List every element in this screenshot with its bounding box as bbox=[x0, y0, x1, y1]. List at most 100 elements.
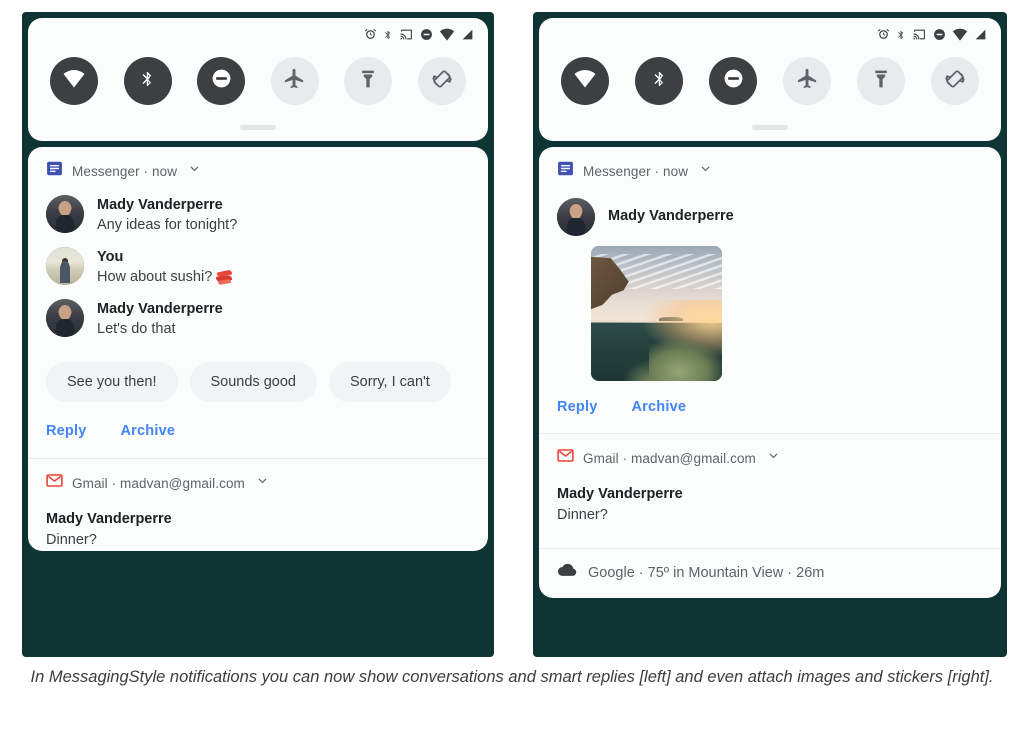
gmail-app-row: Gmail · madvan@gmail.com bbox=[28, 459, 488, 496]
message-sender: Mady Vanderperre bbox=[608, 208, 734, 224]
avatar-mady bbox=[46, 299, 84, 337]
message-body: You How about sushi? bbox=[97, 247, 234, 288]
message-body: Mady Vanderperre bbox=[608, 198, 734, 226]
gmail-title: Mady Vanderperre bbox=[46, 511, 172, 527]
wifi-icon bbox=[573, 69, 597, 93]
figure-root: Messenger · now Mady Vanderperre Any ide… bbox=[0, 0, 1024, 743]
auto-rotate-icon bbox=[430, 67, 454, 96]
gmail-icon bbox=[46, 472, 63, 494]
do-not-disturb-icon bbox=[210, 67, 233, 95]
message-text: How about sushi? bbox=[97, 269, 213, 285]
flashlight-icon bbox=[871, 68, 891, 95]
bluetooth-icon bbox=[383, 28, 393, 47]
toggle-auto-rotate[interactable] bbox=[417, 57, 466, 105]
toggle-do-not-disturb[interactable] bbox=[709, 57, 757, 105]
status-bar bbox=[539, 18, 1001, 47]
airplane-icon bbox=[283, 67, 306, 95]
message-sender: Mady Vanderperre bbox=[97, 301, 223, 317]
toggle-flashlight[interactable] bbox=[857, 57, 905, 105]
notification-actions: Reply Archive bbox=[539, 381, 1001, 433]
quick-settings-toggles bbox=[28, 47, 488, 105]
toggle-airplane-mode[interactable] bbox=[270, 57, 319, 105]
do-not-disturb-icon bbox=[722, 67, 745, 95]
quick-settings-drag-handle-wrap bbox=[28, 105, 488, 141]
toggle-do-not-disturb[interactable] bbox=[197, 57, 246, 105]
alarm-icon bbox=[364, 28, 377, 46]
messenger-notification-right[interactable]: Messenger · now Mady Vanderperre Reply A… bbox=[539, 147, 1001, 598]
quick-settings-toggles bbox=[539, 47, 1001, 105]
gmail-title: Mady Vanderperre bbox=[557, 486, 683, 502]
message-body: Mady Vanderperre Let's do that bbox=[97, 299, 223, 340]
messenger-notification-left[interactable]: Messenger · now Mady Vanderperre Any ide… bbox=[28, 147, 488, 551]
attached-image[interactable] bbox=[591, 246, 722, 381]
bluetooth-icon bbox=[651, 67, 668, 96]
drag-handle[interactable] bbox=[240, 125, 276, 130]
smart-reply-chip-3[interactable]: Sorry, I can't bbox=[328, 362, 451, 402]
message-sender: You bbox=[97, 249, 124, 265]
archive-button[interactable]: Archive bbox=[121, 423, 176, 439]
sushi-emoji-icon bbox=[216, 269, 234, 286]
quick-settings-card bbox=[28, 18, 488, 141]
wifi-icon bbox=[62, 69, 86, 93]
messenger-icon bbox=[46, 160, 63, 182]
quick-settings-drag-handle-wrap bbox=[539, 105, 1001, 141]
wifi-icon bbox=[439, 28, 455, 46]
toggle-auto-rotate[interactable] bbox=[931, 57, 979, 105]
quick-settings-card bbox=[539, 18, 1001, 141]
messenger-app-row: Messenger · now bbox=[539, 147, 1001, 184]
bluetooth-icon bbox=[896, 28, 906, 47]
attachment-wrap bbox=[539, 236, 1001, 381]
archive-button[interactable]: Archive bbox=[632, 399, 687, 415]
reply-button[interactable]: Reply bbox=[46, 423, 87, 439]
messenger-icon bbox=[557, 160, 574, 182]
message-text-with-sticker: How about sushi? bbox=[97, 267, 234, 288]
toggle-flashlight[interactable] bbox=[344, 57, 393, 105]
gmail-subtitle: Dinner? bbox=[46, 532, 97, 548]
toggle-wifi[interactable] bbox=[50, 57, 98, 105]
toggle-bluetooth[interactable] bbox=[635, 57, 683, 105]
wifi-icon bbox=[952, 28, 968, 46]
gmail-app-label: Gmail · madvan@gmail.com bbox=[72, 475, 245, 491]
toggle-bluetooth[interactable] bbox=[123, 57, 172, 105]
left-screen: Messenger · now Mady Vanderperre Any ide… bbox=[28, 18, 488, 657]
auto-rotate-icon bbox=[943, 67, 967, 96]
chevron-down-icon[interactable] bbox=[188, 162, 201, 180]
gmail-icon bbox=[557, 447, 574, 469]
do-not-disturb-icon bbox=[420, 28, 433, 46]
gmail-app-label: Gmail · madvan@gmail.com bbox=[583, 450, 756, 466]
cast-icon bbox=[912, 28, 927, 46]
message-text: Any ideas for tonight? bbox=[97, 217, 238, 233]
toggle-airplane-mode[interactable] bbox=[783, 57, 831, 105]
messenger-app-row: Messenger · now bbox=[28, 147, 488, 184]
message-row: Mady Vanderperre bbox=[539, 184, 1001, 236]
google-weather-notification[interactable]: Google · 75º in Mountain View · 26m bbox=[539, 549, 1001, 598]
alarm-icon bbox=[877, 28, 890, 46]
message-text: Let's do that bbox=[97, 321, 176, 337]
chevron-down-icon[interactable] bbox=[767, 449, 780, 467]
status-bar bbox=[28, 18, 488, 47]
messenger-app-label: Messenger · now bbox=[72, 163, 178, 179]
cellular-signal-icon bbox=[461, 28, 474, 46]
cast-icon bbox=[399, 28, 414, 46]
flashlight-icon bbox=[358, 68, 378, 95]
toggle-wifi[interactable] bbox=[561, 57, 609, 105]
chevron-down-icon[interactable] bbox=[699, 162, 712, 180]
right-screen: Messenger · now Mady Vanderperre Reply A… bbox=[539, 18, 1001, 657]
cloud-icon bbox=[557, 563, 577, 582]
message-row: Mady Vanderperre Any ideas for tonight? bbox=[28, 184, 488, 236]
right-phone-frame: Messenger · now Mady Vanderperre Reply A… bbox=[533, 12, 1007, 657]
smart-reply-chip-2[interactable]: Sounds good bbox=[189, 362, 317, 402]
drag-handle[interactable] bbox=[752, 125, 788, 130]
gmail-notification-body: Mady Vanderperre Dinner? bbox=[28, 496, 488, 551]
message-row: You How about sushi? bbox=[28, 236, 488, 288]
reply-button[interactable]: Reply bbox=[557, 399, 598, 415]
avatar-you bbox=[46, 247, 84, 285]
smart-reply-chip-1[interactable]: See you then! bbox=[46, 362, 178, 402]
avatar-mady bbox=[46, 195, 84, 233]
gmail-app-row: Gmail · madvan@gmail.com bbox=[539, 434, 1001, 471]
smart-reply-chips: See you then! Sounds good Sorry, I can't bbox=[28, 340, 488, 402]
chevron-down-icon[interactable] bbox=[256, 474, 269, 492]
airplane-icon bbox=[796, 67, 819, 95]
message-body: Mady Vanderperre Any ideas for tonight? bbox=[97, 195, 237, 236]
cellular-signal-icon bbox=[974, 28, 987, 46]
